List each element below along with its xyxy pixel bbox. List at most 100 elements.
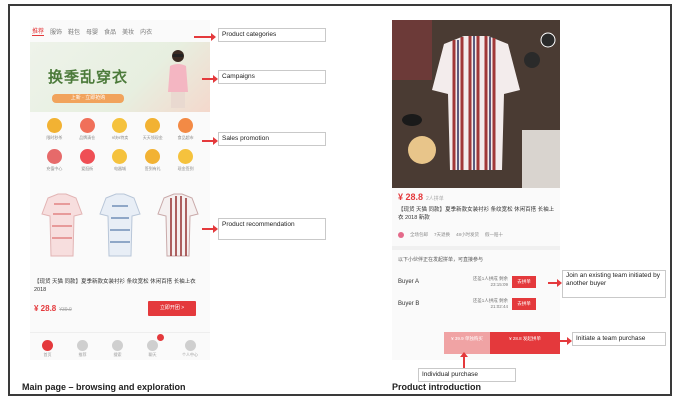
product-photo[interactable] bbox=[392, 20, 560, 188]
tab-label: 搜索 bbox=[113, 352, 122, 357]
tab-label: 首页 bbox=[43, 352, 52, 357]
team-row: Buyer A 还差1人拼成 剩余 23:15:09 去拼单 bbox=[398, 274, 552, 290]
old-price: ¥39.9 bbox=[59, 307, 72, 313]
tab-label: 推荐 bbox=[78, 352, 87, 357]
model-image bbox=[168, 50, 188, 108]
arrow-up-icon bbox=[460, 352, 468, 368]
purchase-bar: ¥ 39.9 单独购买 ¥ 28.8 发起拼单 bbox=[444, 332, 560, 354]
category-tab[interactable]: 服饰 bbox=[50, 27, 62, 36]
promo-label: 限时秒杀 bbox=[46, 135, 63, 140]
chat-icon bbox=[147, 340, 158, 351]
buyer-name: Buyer B bbox=[398, 301, 420, 307]
arrow-icon bbox=[548, 279, 562, 287]
tab-recommend[interactable]: 推荐 bbox=[77, 340, 88, 358]
promo-icon bbox=[79, 118, 95, 133]
promo-label: 签到有礼 bbox=[144, 166, 161, 171]
tab-search[interactable]: 搜索 bbox=[112, 340, 123, 358]
team-buy-button[interactable]: 立即开团 > bbox=[148, 301, 196, 316]
callout-initiate-team: Initiate a team purchase bbox=[572, 332, 666, 346]
promo-item[interactable]: 食品超市 bbox=[169, 118, 202, 141]
product-page-screen: ¥ 28.8 2人拼单 【现货 天猫 同款】夏季新款女装衬衫 条纹宽松 休闲百搭 … bbox=[392, 20, 560, 360]
category-tab[interactable]: 鞋包 bbox=[68, 27, 80, 36]
caption-main-page: Main page – browsing and exploration bbox=[22, 382, 186, 392]
home-icon bbox=[42, 340, 53, 351]
shirt-image[interactable] bbox=[156, 192, 200, 260]
promo-item[interactable]: 爱逛街 bbox=[71, 149, 104, 172]
promo-item[interactable]: 签到有礼 bbox=[136, 149, 169, 172]
promo-label: 天天领现金 bbox=[142, 135, 163, 140]
main-page-screen: 推荐 服饰 鞋包 母婴 食品 美妆 内衣 换季乱穿衣 上新 · 立即抢购 限时秒… bbox=[30, 20, 210, 360]
individual-purchase-button[interactable]: ¥ 39.9 单独购买 bbox=[444, 332, 490, 354]
promo-item[interactable]: 天天领现金 bbox=[136, 118, 169, 141]
section-divider bbox=[392, 246, 560, 250]
recommend-icon bbox=[77, 340, 88, 351]
badge-icon bbox=[398, 232, 404, 238]
campaign-banner[interactable]: 换季乱穿衣 上新 · 立即抢购 bbox=[30, 42, 210, 112]
promo-item[interactable]: 9块9特卖 bbox=[104, 118, 137, 141]
product-name-tag: 【现货 天猫 同款】 bbox=[398, 207, 446, 213]
promo-label: 9块9特卖 bbox=[111, 135, 129, 140]
shirt-image[interactable] bbox=[98, 192, 142, 260]
category-tab[interactable]: 食品 bbox=[104, 27, 116, 36]
callout-product-recommendation: Product recommendation bbox=[218, 218, 326, 240]
arrow-icon bbox=[202, 75, 218, 83]
promo-item[interactable]: 现金签到 bbox=[169, 149, 202, 172]
category-tab[interactable]: 母婴 bbox=[86, 27, 98, 36]
profile-icon bbox=[184, 340, 196, 351]
callout-campaigns: Campaigns bbox=[218, 70, 326, 84]
initiate-team-button[interactable]: ¥ 28.8 发起拼单 bbox=[490, 332, 560, 354]
team-row: Buyer B 还差1人拼成 剩余 21:02:44 去拼单 bbox=[398, 296, 552, 312]
banner-title: 换季乱穿衣 bbox=[48, 68, 129, 86]
bottom-tab-bar: 首页 推荐 搜索 聊天 个人中心 bbox=[30, 332, 210, 360]
guarantee-item: 全场包邮 bbox=[410, 232, 428, 237]
callout-join-team: Join an existing team initiated by anoth… bbox=[562, 270, 666, 298]
promo-icon bbox=[145, 149, 161, 164]
promo-icon bbox=[46, 118, 62, 133]
banner-pill: 上新 · 立即抢购 bbox=[52, 94, 124, 103]
recommendation-row bbox=[40, 192, 200, 264]
product-name: 【现货 天猫 同款】夏季新款女装衬衫 条纹宽松 休闲百搭 长袖上衣 2018 新… bbox=[398, 206, 556, 222]
caption-product-introduction: Product introduction bbox=[392, 382, 481, 392]
notification-badge bbox=[157, 334, 164, 341]
promotion-grid: 限时秒杀 品牌清仓 9块9特卖 天天领现金 食品超市 充值中心 爱逛街 电器城 … bbox=[38, 118, 202, 172]
product-price: ¥ 28.8 ¥39.9 bbox=[34, 304, 72, 313]
tab-profile[interactable]: 个人中心 bbox=[182, 340, 198, 358]
join-team-button[interactable]: 去拼单 bbox=[512, 298, 536, 310]
promo-icon bbox=[178, 118, 194, 133]
figure-frame: 推荐 服饰 鞋包 母婴 食品 美妆 内衣 换季乱穿衣 上新 · 立即抢购 限时秒… bbox=[8, 4, 672, 396]
arrow-icon bbox=[202, 137, 218, 145]
callout-sales-promotion: Sales promotion bbox=[218, 132, 326, 146]
price-value: ¥ 28.8 bbox=[398, 192, 424, 202]
promo-icon bbox=[112, 118, 128, 133]
buyer-name: Buyer A bbox=[398, 279, 420, 285]
product-name[interactable]: 【现货 天猫 同款】夏季新款女装衬衫 条纹宽松 休闲百搭 长袖上衣 2018 bbox=[34, 278, 208, 294]
promo-icon bbox=[79, 149, 95, 164]
tab-home[interactable]: 首页 bbox=[42, 340, 53, 358]
promo-label: 食品超市 bbox=[177, 135, 194, 140]
buyer-info: 还差1人拼成 剩余 23:15:09 bbox=[472, 276, 508, 287]
promo-item[interactable]: 限时秒杀 bbox=[38, 118, 71, 141]
arrow-icon bbox=[560, 337, 572, 345]
search-icon bbox=[112, 340, 123, 351]
promo-label: 品牌清仓 bbox=[79, 135, 96, 140]
guarantee-row: 全场包邮 7天退换 48小时发货 假一赔十 bbox=[398, 232, 503, 238]
category-bar: 推荐 服饰 鞋包 母婴 食品 美妆 内衣 bbox=[32, 24, 208, 38]
shirt-image[interactable] bbox=[40, 192, 84, 260]
promo-icon bbox=[178, 149, 194, 164]
arrow-icon bbox=[194, 33, 216, 41]
promo-icon bbox=[46, 149, 62, 164]
promo-label: 电器城 bbox=[113, 166, 126, 171]
tab-label: 个人中心 bbox=[182, 352, 198, 357]
tab-chat[interactable]: 聊天 bbox=[147, 334, 164, 358]
promo-item[interactable]: 品牌清仓 bbox=[71, 118, 104, 141]
promo-icon bbox=[112, 149, 128, 164]
promo-item[interactable]: 充值中心 bbox=[38, 149, 71, 172]
promo-label: 现金签到 bbox=[177, 166, 194, 171]
callout-individual-purchase: Individual purchase bbox=[418, 368, 516, 382]
join-team-button[interactable]: 去拼单 bbox=[512, 276, 536, 288]
category-tab[interactable]: 内衣 bbox=[140, 27, 152, 36]
category-tab[interactable]: 推荐 bbox=[32, 26, 45, 36]
promo-item[interactable]: 电器城 bbox=[104, 149, 137, 172]
price-value: ¥ 28.8 bbox=[34, 304, 57, 313]
category-tab[interactable]: 美妆 bbox=[122, 27, 134, 36]
